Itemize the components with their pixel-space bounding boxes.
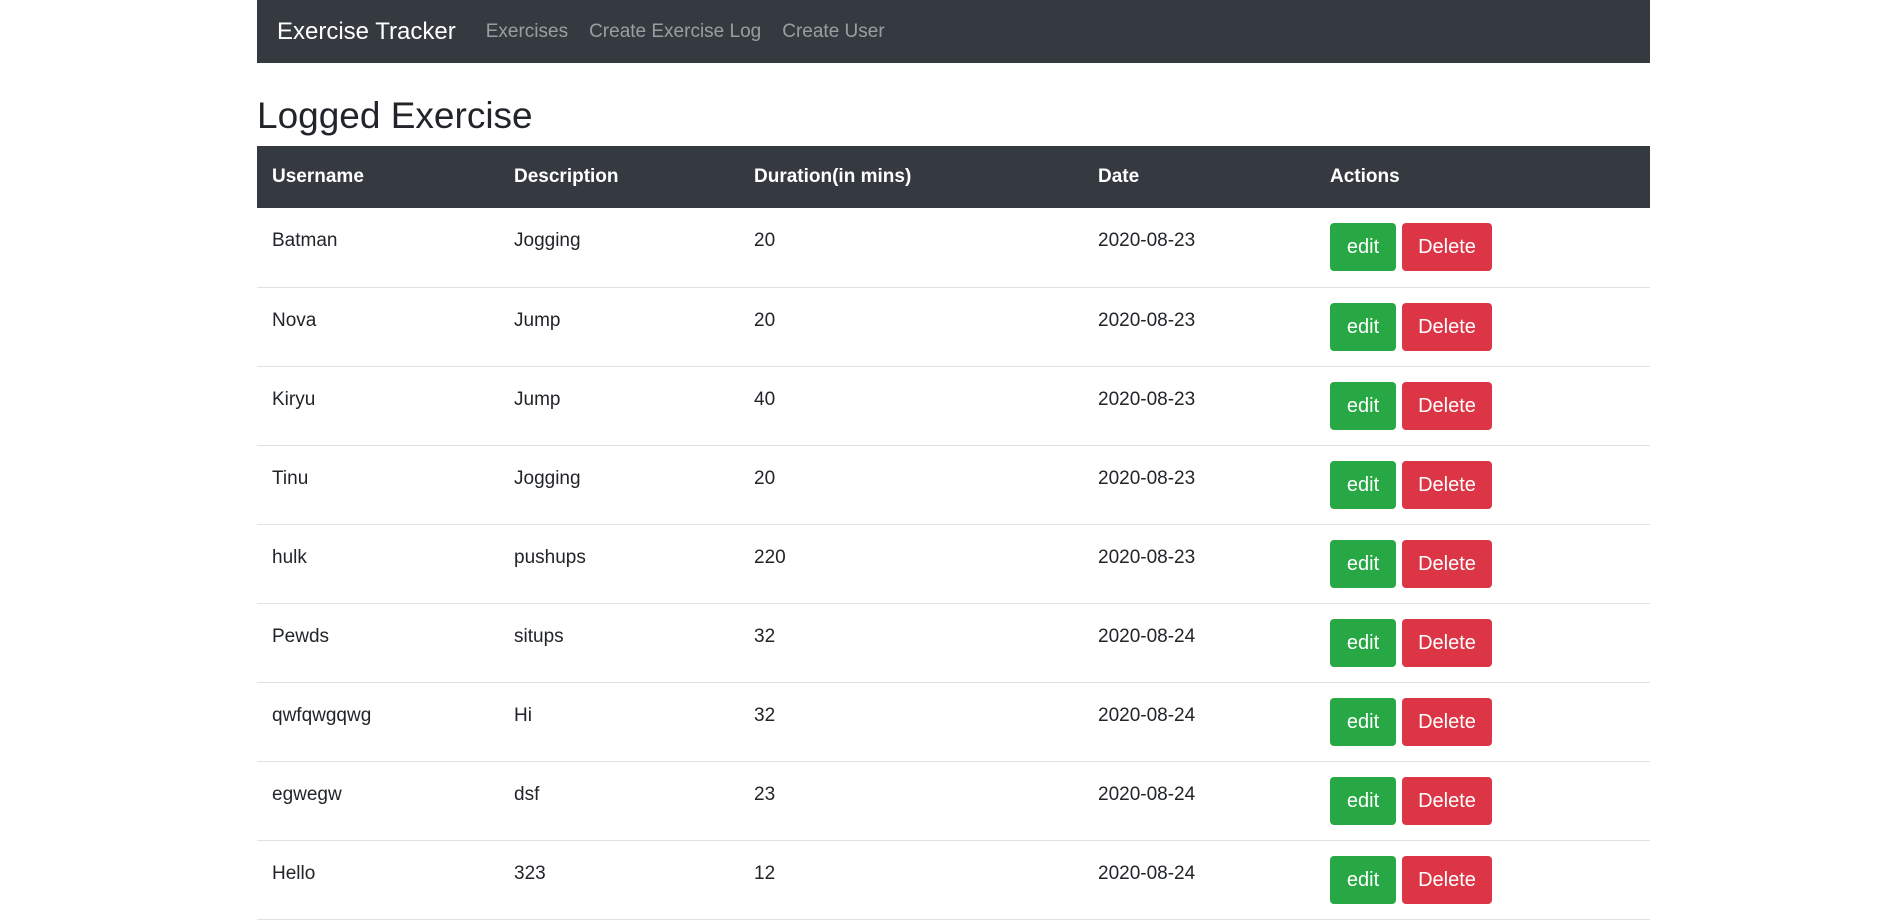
table-header: Username Description Duration(in mins) D… <box>257 146 1650 208</box>
cell-duration: 20 <box>754 467 776 489</box>
cell-actions: edit Delete <box>1315 840 1650 919</box>
cell-duration: 12 <box>754 862 776 884</box>
table-body: Batman Jogging 20 2020-08-23 edit Delete Nova J… <box>257 208 1650 919</box>
cell-duration: 23 <box>754 783 776 805</box>
brand-link[interactable]: Exercise Tracker <box>277 18 456 46</box>
edit-button[interactable]: edit <box>1330 381 1396 430</box>
edit-button[interactable]: edit <box>1330 855 1396 904</box>
delete-button[interactable]: Delete <box>1402 302 1492 351</box>
exercise-table: Username Description Duration(in mins) D… <box>257 146 1650 920</box>
table-row: Tinu Jogging 20 2020-08-23 edit Delete <box>257 445 1650 524</box>
cell-username: qwfqwgqwg <box>272 704 372 726</box>
cell-username: Nova <box>272 309 317 331</box>
cell-date: 2020-08-24 <box>1098 783 1196 805</box>
cell-username: Batman <box>272 230 338 251</box>
edit-button[interactable]: edit <box>1330 697 1396 746</box>
cell-date: 2020-08-23 <box>1098 546 1196 568</box>
column-header-username: Username <box>272 166 364 187</box>
table-header-row: Username Description Duration(in mins) D… <box>257 146 1650 208</box>
cell-username: egwegw <box>272 783 342 805</box>
edit-button[interactable]: edit <box>1330 223 1396 271</box>
cell-actions: edit Delete <box>1315 682 1650 761</box>
cell-description: Jump <box>514 388 561 410</box>
cell-duration: 20 <box>754 230 776 251</box>
cell-duration: 32 <box>754 625 776 647</box>
cell-description: Jogging <box>514 230 581 251</box>
cell-date: 2020-08-24 <box>1098 625 1196 647</box>
cell-actions: edit Delete <box>1315 445 1650 524</box>
edit-button[interactable]: edit <box>1330 302 1396 351</box>
cell-username: Kiryu <box>272 388 316 410</box>
cell-description: situps <box>514 625 564 647</box>
table-row: Nova Jump 20 2020-08-23 edit Delete <box>257 287 1650 366</box>
cell-description: dsf <box>514 783 540 805</box>
cell-date: 2020-08-23 <box>1098 230 1196 251</box>
delete-button[interactable]: Delete <box>1402 776 1492 825</box>
cell-description: 323 <box>514 862 546 884</box>
cell-description: Jump <box>514 309 561 331</box>
cell-duration: 220 <box>754 546 786 568</box>
cell-actions: edit Delete <box>1315 761 1650 840</box>
table-row: Hello 323 12 2020-08-24 edit Delete <box>257 840 1650 919</box>
cell-duration: 20 <box>754 309 776 331</box>
table-row: qwfqwgqwg Hi 32 2020-08-24 edit Delete <box>257 682 1650 761</box>
cell-actions: edit Delete <box>1315 603 1650 682</box>
app-container: Exercise Tracker Exercises Create Exerci… <box>257 0 1650 919</box>
delete-button[interactable]: Delete <box>1402 855 1492 904</box>
edit-button[interactable]: edit <box>1330 776 1396 825</box>
cell-duration: 32 <box>754 704 776 726</box>
cell-actions: edit Delete <box>1315 208 1650 287</box>
nav-link-create-exercise-log[interactable]: Create Exercise Log <box>589 21 761 43</box>
table-row: hulk pushups 220 2020-08-23 edit Delete <box>257 524 1650 603</box>
cell-date: 2020-08-23 <box>1098 467 1196 489</box>
cell-username: Hello <box>272 862 316 884</box>
column-header-actions: Actions <box>1330 166 1400 187</box>
cell-date: 2020-08-24 <box>1098 704 1196 726</box>
table-row: egwegw dsf 23 2020-08-24 edit Delete <box>257 761 1650 840</box>
table-row: Batman Jogging 20 2020-08-23 edit Delete <box>257 208 1650 287</box>
delete-button[interactable]: Delete <box>1402 697 1492 746</box>
cell-username: Pewds <box>272 625 330 647</box>
column-header-duration: Duration(in mins) <box>754 166 912 187</box>
cell-actions: edit Delete <box>1315 524 1650 603</box>
delete-button[interactable]: Delete <box>1402 223 1492 271</box>
nav-link-exercises[interactable]: Exercises <box>486 21 568 43</box>
cell-date: 2020-08-23 <box>1098 309 1196 331</box>
cell-date: 2020-08-23 <box>1098 388 1196 410</box>
cell-actions: edit Delete <box>1315 366 1650 445</box>
delete-button[interactable]: Delete <box>1402 460 1492 509</box>
cell-actions: edit Delete <box>1315 287 1650 366</box>
cell-description: Jogging <box>514 467 581 489</box>
table-row: Kiryu Jump 40 2020-08-23 edit Delete <box>257 366 1650 445</box>
cell-duration: 40 <box>754 388 776 410</box>
delete-button[interactable]: Delete <box>1402 381 1492 430</box>
cell-username: hulk <box>272 546 307 568</box>
table-row: Pewds situps 32 2020-08-24 edit Delete <box>257 603 1650 682</box>
delete-button[interactable]: Delete <box>1402 618 1492 667</box>
cell-date: 2020-08-24 <box>1098 862 1196 884</box>
edit-button[interactable]: edit <box>1330 618 1396 667</box>
column-header-date: Date <box>1098 166 1140 187</box>
cell-username: Tinu <box>272 467 309 489</box>
edit-button[interactable]: edit <box>1330 460 1396 509</box>
cell-description: pushups <box>514 546 586 568</box>
navbar: Exercise Tracker Exercises Create Exerci… <box>257 0 1650 63</box>
delete-button[interactable]: Delete <box>1402 539 1492 588</box>
column-header-description: Description <box>514 166 619 187</box>
edit-button[interactable]: edit <box>1330 539 1396 588</box>
nav-link-create-user[interactable]: Create User <box>782 21 884 43</box>
cell-description: Hi <box>514 704 532 726</box>
page-title: Logged Exercise <box>257 95 533 136</box>
